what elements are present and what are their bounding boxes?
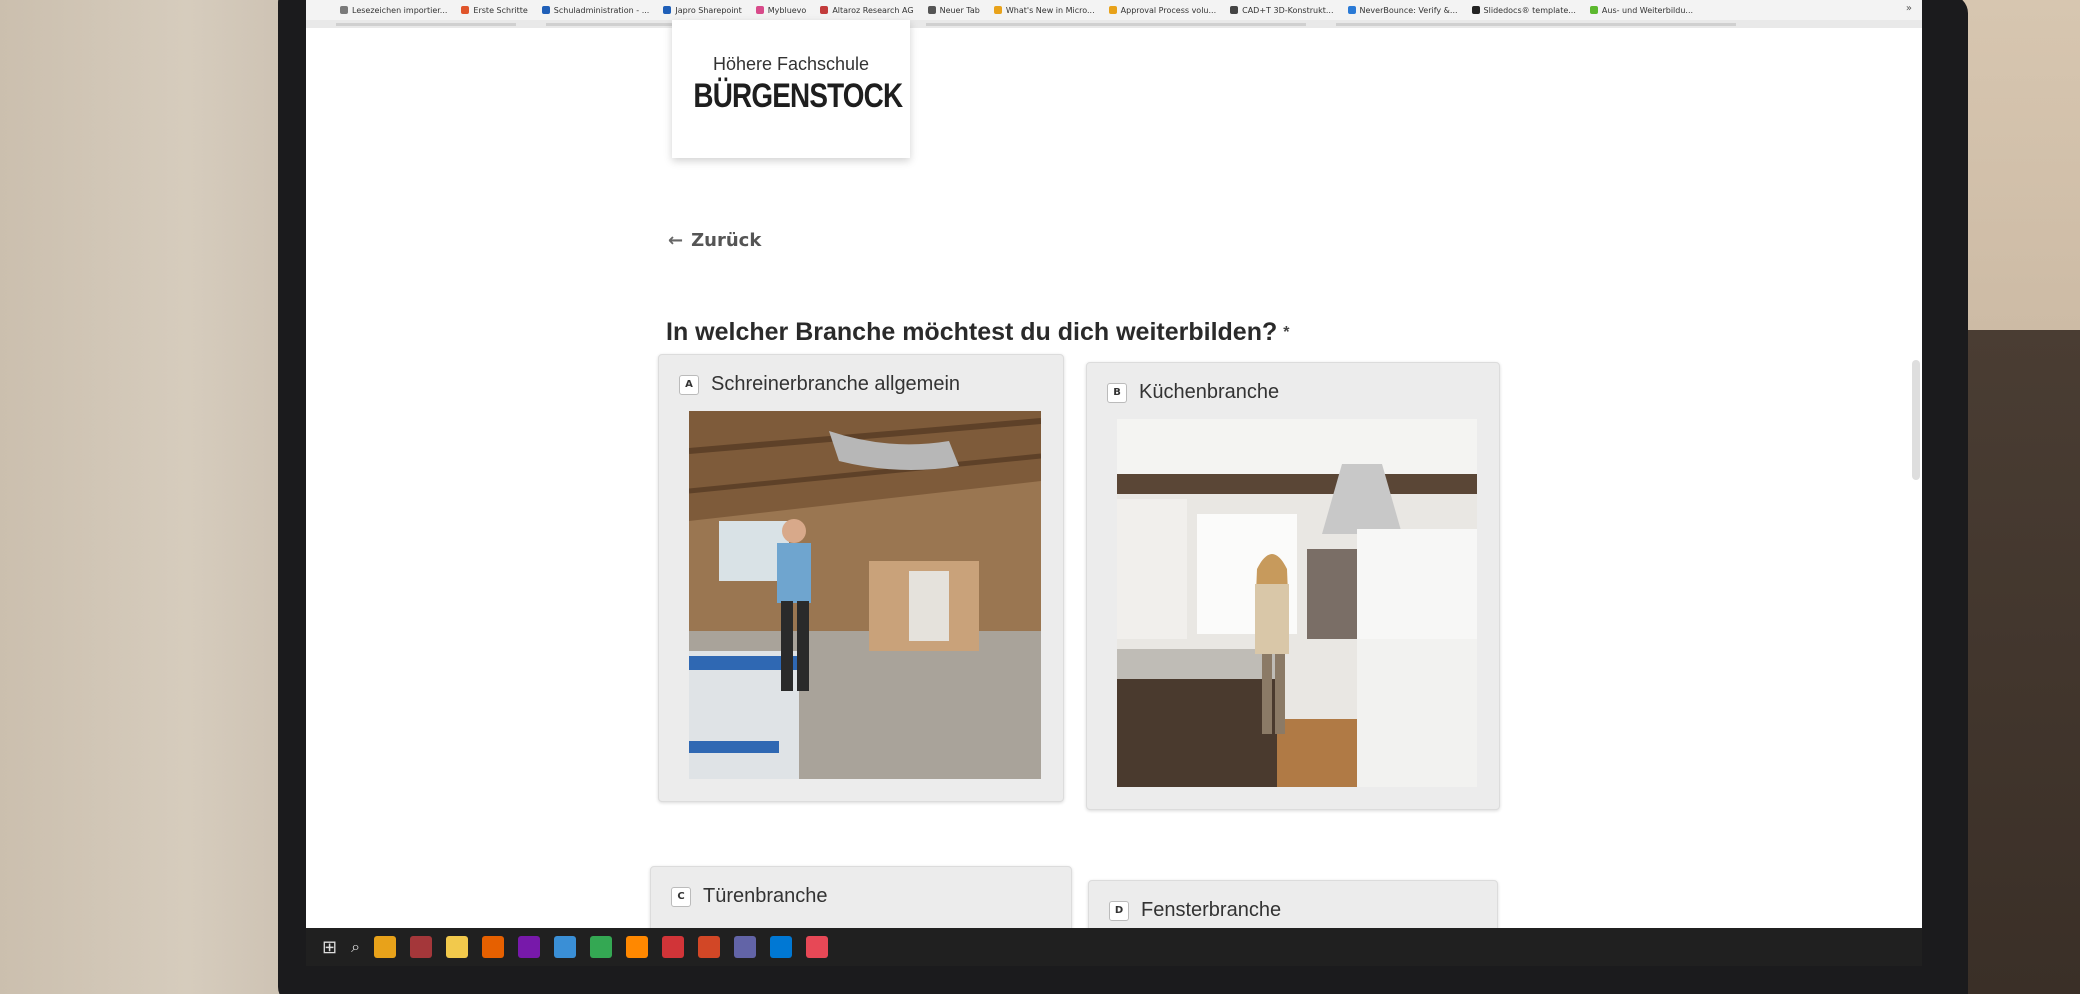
option-key: C [671, 886, 691, 907]
bookmark-favicon-icon [1230, 6, 1239, 14]
bookmark-label: Approval Process volu... [1120, 5, 1217, 15]
page-scrollbar[interactable] [1910, 40, 1920, 480]
bookmark-favicon-icon [541, 6, 550, 14]
question-title: In welcher Branche möchtest du dich weit… [666, 318, 1289, 347]
bookmark-favicon-icon [461, 6, 470, 14]
bookmark-label: Altaroz Research AG [832, 5, 914, 15]
bookmark-item[interactable]: CAD+T 3D-Konstrukt... [1230, 5, 1334, 15]
bookmark-label: CAD+T 3D-Konstrukt... [1242, 5, 1334, 15]
bookmark-item[interactable]: Lesezeichen importier... [340, 6, 447, 15]
bookmark-label: Schuladministration - ... [553, 5, 650, 15]
explorer-icon[interactable] [374, 936, 397, 958]
bookmark-favicon-icon [755, 6, 764, 14]
bookmark-label: Aus- und Weiterbildu... [1601, 5, 1694, 15]
option-key: B [1107, 382, 1127, 403]
bookmark-item[interactable]: Japro Sharepoint [663, 5, 742, 15]
bookmark-item[interactable]: Schuladministration - ... [541, 5, 650, 15]
scrollbar-thumb[interactable] [1912, 360, 1920, 480]
option-label: Türenbranche [703, 885, 828, 907]
powerpoint-icon[interactable] [698, 936, 721, 958]
back-link[interactable]: ← Zurück [668, 230, 761, 251]
windows-start-icon[interactable]: ⊞ [322, 937, 337, 958]
teams-icon[interactable] [734, 936, 757, 958]
vlc-icon[interactable] [626, 936, 649, 958]
firefox-icon[interactable] [482, 936, 505, 958]
option-c-header: C Türenbranche [671, 885, 828, 908]
wall-background-lower [1960, 330, 2080, 994]
school-logo[interactable]: Höhere Fachschule BÜRGENSTOCK [672, 20, 910, 158]
bookmark-label: Japro Sharepoint [675, 5, 742, 15]
bookmark-item[interactable]: Aus- und Weiterbildu... [1589, 5, 1694, 15]
question-text: In welcher Branche möchtest du dich weit… [666, 318, 1278, 346]
bookmark-item[interactable]: Erste Schritte [461, 5, 528, 15]
option-label: Schreinerbranche allgemein [711, 373, 961, 395]
chrome-icon[interactable] [590, 936, 613, 958]
kitchen-photo [1117, 419, 1477, 787]
bookmark-label: Erste Schritte [473, 5, 528, 15]
app2-icon[interactable] [662, 936, 685, 958]
bookmark-item[interactable]: Mybluevo [755, 5, 807, 15]
option-label: Küchenbranche [1139, 381, 1280, 403]
option-d-header: D Fensterbranche [1109, 899, 1281, 922]
onenote-icon[interactable] [518, 936, 541, 958]
bookmark-favicon-icon [1347, 6, 1356, 14]
option-b-header: B Küchenbranche [1107, 381, 1279, 404]
bookmark-favicon-icon [1108, 6, 1117, 14]
bookmark-label: Neuer Tab [939, 5, 980, 15]
windows-taskbar: ⊞ ⌕ [306, 928, 1922, 966]
app3-icon[interactable] [806, 936, 829, 958]
wall-background [1960, 0, 2080, 330]
arrow-left-icon: ← [668, 230, 684, 251]
bookmark-favicon-icon [340, 6, 348, 14]
bookmark-favicon-icon [820, 6, 829, 14]
bookmark-item[interactable]: What's New in Micro... [993, 5, 1095, 15]
bookmark-label: NeverBounce: Verify &... [1359, 5, 1458, 15]
workshop-photo [689, 411, 1041, 779]
bookmark-label: Mybluevo [767, 5, 807, 15]
bookmark-item[interactable]: Approval Process volu... [1108, 5, 1217, 15]
bookmark-label: Lesezeichen importier... [352, 5, 448, 15]
logo-subtitle: Höhere Fachschule [712, 54, 870, 74]
bookmark-favicon-icon [1589, 6, 1598, 14]
bookmark-label: Slidedocs® template... [1483, 5, 1576, 15]
bookmark-item[interactable]: Neuer Tab [927, 5, 980, 15]
option-key: D [1109, 900, 1129, 921]
bookmarks-bar: Lesezeichen importier... Erste Schritte Sc… [306, 0, 1922, 20]
files-icon[interactable] [446, 936, 469, 958]
more-bookmarks-icon[interactable]: » [1906, 3, 1912, 14]
photos-icon[interactable] [770, 936, 793, 958]
browser-screen: Lesezeichen importier... Erste Schritte Sc… [306, 0, 1922, 966]
bookmark-item[interactable]: Altaroz Research AG [820, 5, 914, 15]
bookmark-favicon-icon [993, 6, 1002, 14]
app-icon[interactable] [554, 936, 577, 958]
search-icon[interactable]: ⌕ [351, 937, 360, 957]
bookmark-item[interactable]: NeverBounce: Verify &... [1347, 5, 1458, 15]
option-key: A [679, 374, 699, 395]
bookmark-label: What's New in Micro... [1005, 5, 1095, 15]
bookmark-favicon-icon [927, 6, 936, 14]
option-card-a[interactable]: A Schreinerbranche allgemein [658, 354, 1064, 802]
bookmark-favicon-icon [663, 6, 672, 14]
bookmark-item[interactable]: Slidedocs® template... [1471, 5, 1576, 15]
tab-strip [306, 20, 1922, 28]
logo-title: BÜRGENSTOCK [693, 77, 903, 115]
required-mark: * [1283, 324, 1290, 342]
option-label: Fensterbranche [1141, 899, 1282, 921]
back-label: Zurück [691, 230, 762, 251]
access-icon[interactable] [410, 936, 433, 958]
option-a-header: A Schreinerbranche allgemein [679, 373, 960, 396]
bookmark-favicon-icon [1471, 6, 1480, 14]
option-card-b[interactable]: B Küchenbranche [1086, 362, 1500, 810]
